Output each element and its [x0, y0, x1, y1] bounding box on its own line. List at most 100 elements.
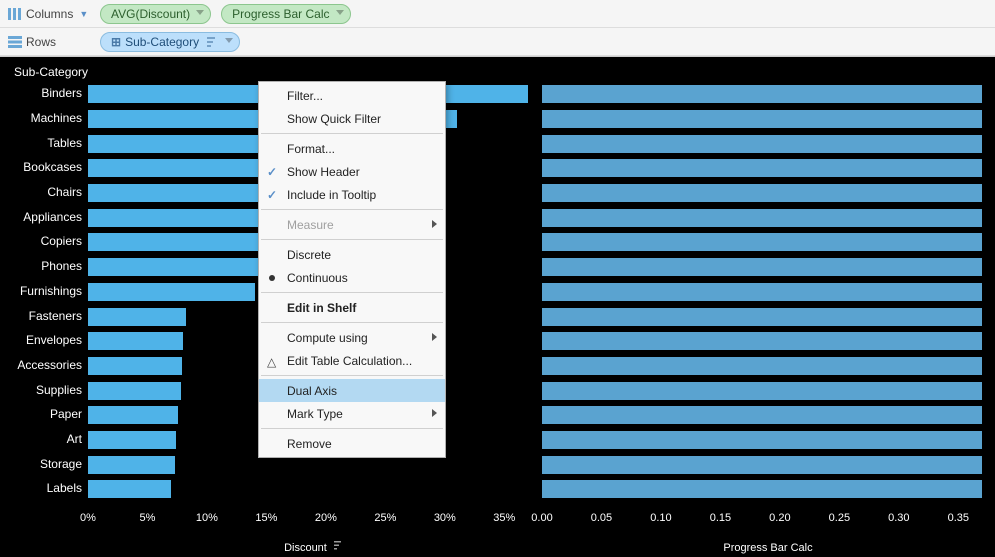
progress-bar[interactable]	[542, 382, 982, 400]
menu-show-header[interactable]: ✓Show Header	[259, 160, 445, 183]
menu-discrete[interactable]: Discrete	[259, 243, 445, 266]
bar-row	[542, 229, 994, 254]
bullet-icon	[269, 275, 275, 281]
discount-bar[interactable]	[88, 332, 183, 350]
visualization-area: Sub-Category BindersMachinesTablesBookca…	[0, 57, 995, 557]
progress-bar[interactable]	[542, 85, 982, 103]
progress-bar[interactable]	[542, 406, 982, 424]
discount-bar[interactable]	[88, 283, 255, 301]
row-label[interactable]: Supplies	[0, 377, 88, 402]
bar-row	[542, 81, 994, 106]
row-label[interactable]: Storage	[0, 451, 88, 476]
menu-edit-in-shelf[interactable]: Edit in Shelf	[259, 296, 445, 319]
menu-dual-axis[interactable]: Dual Axis	[259, 379, 445, 402]
progress-bar[interactable]	[542, 209, 982, 227]
sort-icon[interactable]	[207, 36, 219, 48]
check-icon: ✓	[267, 165, 277, 179]
progress-bar-calc-chart	[542, 81, 994, 501]
menu-separator	[261, 322, 443, 323]
discount-bar[interactable]	[88, 480, 171, 498]
row-label[interactable]: Binders	[0, 81, 88, 106]
pill-progress-bar-calc[interactable]: Progress Bar Calc	[221, 4, 350, 24]
progress-bar[interactable]	[542, 308, 982, 326]
discount-bar[interactable]	[88, 233, 281, 251]
bar-row	[542, 180, 994, 205]
bar-row	[542, 279, 994, 304]
rows-shelf-label[interactable]: Rows	[4, 35, 94, 49]
discount-bar[interactable]	[88, 431, 176, 449]
row-label[interactable]: Envelopes	[0, 328, 88, 353]
row-labels: BindersMachinesTablesBookcasesChairsAppl…	[0, 81, 88, 501]
menu-compute-using[interactable]: Compute using	[259, 326, 445, 349]
menu-include-in-tooltip[interactable]: ✓Include in Tooltip	[259, 183, 445, 206]
row-label[interactable]: Chairs	[0, 180, 88, 205]
discount-bar[interactable]	[88, 308, 186, 326]
rows-shelf[interactable]: Rows ⊞ Sub-Category	[0, 28, 995, 56]
menu-continuous[interactable]: Continuous	[259, 266, 445, 289]
chevron-down-icon[interactable]	[196, 10, 204, 15]
columns-shelf-label[interactable]: Columns ▼	[4, 7, 94, 21]
row-label[interactable]: Copiers	[0, 229, 88, 254]
progress-bar[interactable]	[542, 431, 982, 449]
sort-icon[interactable]	[334, 541, 344, 551]
axis-tick: 25%	[374, 512, 396, 524]
pill-context-menu: Filter... Show Quick Filter Format... ✓S…	[258, 81, 446, 458]
menu-measure: Measure	[259, 213, 445, 236]
menu-filter[interactable]: Filter...	[259, 84, 445, 107]
row-label[interactable]: Tables	[0, 130, 88, 155]
menu-mark-type[interactable]: Mark Type	[259, 402, 445, 425]
row-header-title: Sub-Category	[14, 65, 88, 79]
progress-bar[interactable]	[542, 456, 982, 474]
menu-remove[interactable]: Remove	[259, 432, 445, 455]
progress-bar[interactable]	[542, 480, 982, 498]
chevron-down-icon[interactable]	[225, 38, 233, 43]
axis-tick: 5%	[140, 512, 156, 524]
bar-row	[88, 476, 540, 501]
pill-sub-category[interactable]: ⊞ Sub-Category	[100, 32, 240, 52]
row-label[interactable]: Phones	[0, 254, 88, 279]
discount-bar[interactable]	[88, 258, 272, 276]
pill-label: Sub-Category	[125, 35, 199, 49]
progress-bar[interactable]	[542, 283, 982, 301]
chevron-down-icon: ▼	[79, 9, 88, 19]
pill-avg-discount[interactable]: AVG(Discount)	[100, 4, 211, 24]
delta-icon: △	[267, 355, 276, 369]
bar-row	[542, 427, 994, 452]
progress-bar[interactable]	[542, 233, 982, 251]
discount-bar[interactable]	[88, 382, 181, 400]
row-label[interactable]: Appliances	[0, 204, 88, 229]
submenu-arrow-icon	[432, 333, 437, 341]
row-label[interactable]: Bookcases	[0, 155, 88, 180]
row-label[interactable]: Machines	[0, 106, 88, 131]
row-label[interactable]: Paper	[0, 402, 88, 427]
row-label[interactable]: Art	[0, 427, 88, 452]
progress-bar[interactable]	[542, 135, 982, 153]
shelves: Columns ▼ AVG(Discount) Progress Bar Cal…	[0, 0, 995, 57]
row-label[interactable]: Furnishings	[0, 279, 88, 304]
pill-label: AVG(Discount)	[111, 7, 190, 21]
progress-bar[interactable]	[542, 184, 982, 202]
progress-bar[interactable]	[542, 357, 982, 375]
progress-bar[interactable]	[542, 332, 982, 350]
menu-format[interactable]: Format...	[259, 137, 445, 160]
check-icon: ✓	[267, 188, 277, 202]
axis-tick: 0.15	[710, 512, 731, 524]
progress-bar-calc-axis: 0.000.050.100.150.200.250.300.35	[542, 512, 994, 536]
progress-bar[interactable]	[542, 258, 982, 276]
bar-row	[542, 303, 994, 328]
row-label[interactable]: Accessories	[0, 353, 88, 378]
rows-icon	[8, 35, 22, 49]
progress-bar[interactable]	[542, 110, 982, 128]
columns-shelf[interactable]: Columns ▼ AVG(Discount) Progress Bar Cal…	[0, 0, 995, 28]
menu-separator	[261, 209, 443, 210]
menu-edit-table-calculation[interactable]: △Edit Table Calculation...	[259, 349, 445, 372]
menu-show-quick-filter[interactable]: Show Quick Filter	[259, 107, 445, 130]
row-label[interactable]: Fasteners	[0, 303, 88, 328]
discount-bar[interactable]	[88, 357, 182, 375]
discount-bar[interactable]	[88, 406, 178, 424]
row-label[interactable]: Labels	[0, 476, 88, 501]
axis-tick: 0.00	[531, 512, 552, 524]
progress-bar[interactable]	[542, 159, 982, 177]
discount-bar[interactable]	[88, 456, 175, 474]
chevron-down-icon[interactable]	[336, 10, 344, 15]
